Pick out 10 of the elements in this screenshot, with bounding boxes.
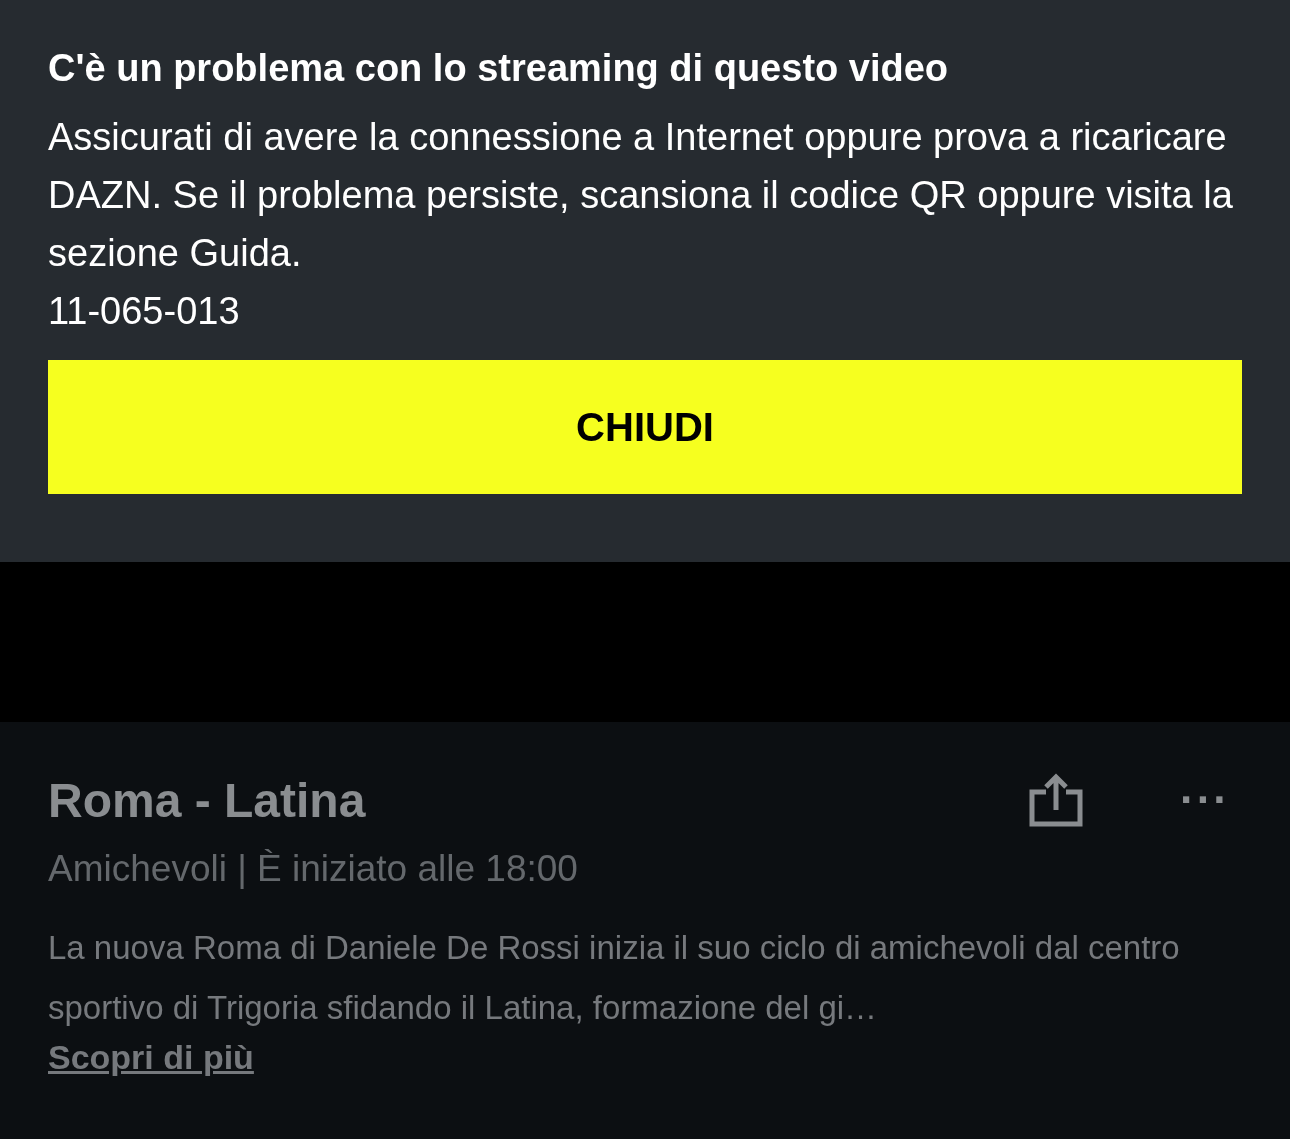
more-menu[interactable]: ··· [1180,775,1230,825]
more-link[interactable]: Scopri di più [48,1038,254,1077]
error-message: Assicurati di avere la connessione a Internet oppure prova a ricaricare DAZN. Se il problema persiste, scansiona il codice QR oppure visita la sezione Guida. [48,115,1234,276]
close-button[interactable]: CHIUDI [48,360,1242,494]
share-icon[interactable] [1028,772,1085,828]
error-code: 11-065-013 [48,289,241,334]
event-meta: Amichevoli | È iniziato alle 18:00 [48,848,579,890]
error-title: C'è un problema con lo streaming di questo video [48,46,950,91]
event-title: Roma - Latina [48,772,367,828]
event-description: La nuova Roma di Daniele De Rossi inizia il suo ciclo di amichevoli dal centro sportivo di Trigoria sfidando il Latina, formazione del gi… [48,928,1181,1028]
